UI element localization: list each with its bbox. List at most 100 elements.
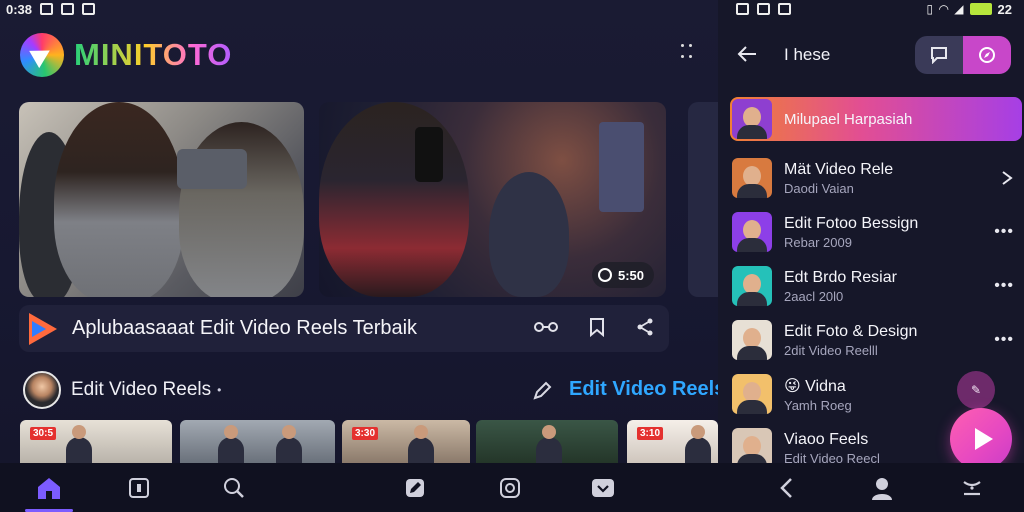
game-notification-icon xyxy=(757,3,770,15)
main-app-pane: 0:38 MINITOTO 5:50 Aplubaasaaat Edit Vid… xyxy=(0,0,718,463)
panel-item-text: Edit Fotoo Bessign Rebar 2009 xyxy=(784,215,918,250)
nav-home[interactable] xyxy=(34,473,64,503)
phone-icon xyxy=(415,127,443,182)
nav-back[interactable] xyxy=(772,473,802,503)
vibrate-icon: ▯ xyxy=(926,2,934,16)
section-dot-icon: • xyxy=(217,383,222,397)
nav-menu[interactable] xyxy=(957,473,987,503)
profile-icon xyxy=(872,478,892,500)
chat-icon xyxy=(931,47,947,64)
featured-caption-row[interactable]: Aplubaasaaat Edit Video Reels Terbaik xyxy=(19,305,669,352)
panel-item[interactable]: Edit Fotoo Bessign Rebar 2009 ••• xyxy=(730,205,1022,259)
compass-icon xyxy=(979,47,995,63)
panel-item-text: Edt Brdo Resiar 2aacl 20l0 xyxy=(784,269,897,304)
app-logo-icon xyxy=(20,33,64,77)
mail-notification-icon xyxy=(778,3,791,15)
avatar xyxy=(732,428,772,468)
panel-item-highlighted[interactable]: Milupael Harpasiah xyxy=(730,97,1022,141)
more-options-icon[interactable]: ••• xyxy=(994,223,1014,241)
nav-edit[interactable] xyxy=(400,473,430,503)
secondary-fab[interactable]: ✎ xyxy=(957,371,995,409)
pencil-icon[interactable] xyxy=(531,380,553,402)
more-options-icon[interactable]: ••• xyxy=(994,277,1014,295)
battery-level: 22 xyxy=(997,1,1012,17)
back-chevron-icon xyxy=(780,478,792,498)
inbox-icon xyxy=(592,479,614,497)
avatar[interactable] xyxy=(23,371,61,409)
forward-chevron-icon[interactable] xyxy=(998,169,1016,187)
panel-item-subtitle: Daodi Vaian xyxy=(784,180,854,196)
settings-notification-icon xyxy=(736,3,749,15)
panel-item-subtitle: 2dit Video Reelll xyxy=(784,342,878,358)
status-time: 0:38 xyxy=(6,1,33,17)
bottom-navigation xyxy=(0,463,1024,512)
section-link[interactable]: Edit Video Reels xyxy=(569,378,718,401)
person-figure xyxy=(408,425,434,463)
person-figure xyxy=(536,425,562,463)
battery-icon xyxy=(969,3,992,15)
view-toggle xyxy=(915,36,1011,74)
reel-thumbnail[interactable]: 3:10 xyxy=(627,420,718,463)
panel-item-text: Mät Video Rele Daodi Vaian xyxy=(784,161,893,196)
bookmark-icon[interactable] xyxy=(587,317,607,337)
wifi-icon: ◠ xyxy=(939,2,949,16)
panel-item-name: Edit Fotoo Bessign xyxy=(784,214,919,232)
panel-item-name: Viaoo Feels xyxy=(784,430,869,448)
reel-thumbnail[interactable]: 30:5 xyxy=(20,420,172,463)
status-bar-left: 0:38 xyxy=(6,0,96,18)
person-figure xyxy=(276,425,302,463)
bg-person-2 xyxy=(489,172,569,297)
app-notification-icon xyxy=(82,3,96,15)
nav-inbox[interactable] xyxy=(588,473,618,503)
featured-caption: Aplubaasaaat Edit Video Reels Terbaik xyxy=(72,317,418,339)
nav-library[interactable] xyxy=(124,473,154,503)
phone-icon xyxy=(177,149,247,189)
back-arrow-icon[interactable] xyxy=(736,44,758,64)
panel-item-subtitle: 2aacl 20l0 xyxy=(784,288,844,304)
panel-item-subtitle: Yamh Roeg xyxy=(784,397,852,413)
featured-thumbnail-2[interactable]: 5:50 xyxy=(319,102,666,297)
panel-item-name: Edt Brdo Resiar xyxy=(784,268,897,286)
avatar xyxy=(732,99,772,139)
duration-badge: 5:50 xyxy=(591,262,654,288)
panel-item-name: Edit Foto & Design xyxy=(784,322,918,340)
panel-header: I hese xyxy=(718,36,1024,74)
panel-item[interactable]: Mät Video Rele Daodi Vaian xyxy=(730,151,1022,205)
more-options-icon[interactable] xyxy=(681,44,695,62)
nav-search[interactable] xyxy=(219,473,249,503)
status-bar-right-left xyxy=(736,0,791,18)
edit-square-icon xyxy=(406,479,424,497)
explore-view-button[interactable] xyxy=(963,36,1011,74)
panel-item[interactable]: Edt Brdo Resiar 2aacl 20l0 ••• xyxy=(730,259,1022,313)
record-icon xyxy=(500,478,520,498)
chat-view-button[interactable] xyxy=(915,36,963,74)
avatar xyxy=(732,212,772,252)
panel-item-text: Edit Foto & Design 2dit Video Reelll xyxy=(784,323,917,358)
duration-text: 5:50 xyxy=(617,267,644,283)
reel-thumbnail[interactable] xyxy=(180,420,335,463)
brand: MINITOTO xyxy=(20,33,232,77)
gallery-notification-icon xyxy=(61,3,75,15)
caption-actions xyxy=(533,317,655,337)
nav-profile[interactable] xyxy=(867,473,897,503)
more-options-icon[interactable]: ••• xyxy=(994,331,1014,349)
person-figure xyxy=(218,425,244,463)
play-fab[interactable] xyxy=(950,408,1012,470)
featured-thumbnail-1[interactable] xyxy=(19,102,304,297)
play-store-icon xyxy=(29,312,59,345)
section-header: Edit Video Reels • Edit Video Reels xyxy=(23,370,718,410)
reel-thumbnail[interactable] xyxy=(476,420,618,463)
avatar xyxy=(732,266,772,306)
panel-item-text: Viaoo Feels Edit Video Reecl xyxy=(784,431,880,466)
link-icon[interactable] xyxy=(533,319,559,335)
panel-item[interactable]: Edit Foto & Design 2dit Video Reelll ••• xyxy=(730,313,1022,367)
share-icon[interactable] xyxy=(635,317,655,337)
nav-record[interactable] xyxy=(495,473,525,503)
edit-icon: ✎ xyxy=(970,383,982,397)
panel-item-name: Milupael Harpasiah xyxy=(784,110,913,128)
home-icon xyxy=(38,478,60,499)
search-icon xyxy=(224,478,244,498)
featured-thumbnail-3[interactable] xyxy=(688,102,718,297)
reel-thumbnail[interactable]: 3:30 xyxy=(342,420,470,463)
library-icon xyxy=(129,478,149,498)
